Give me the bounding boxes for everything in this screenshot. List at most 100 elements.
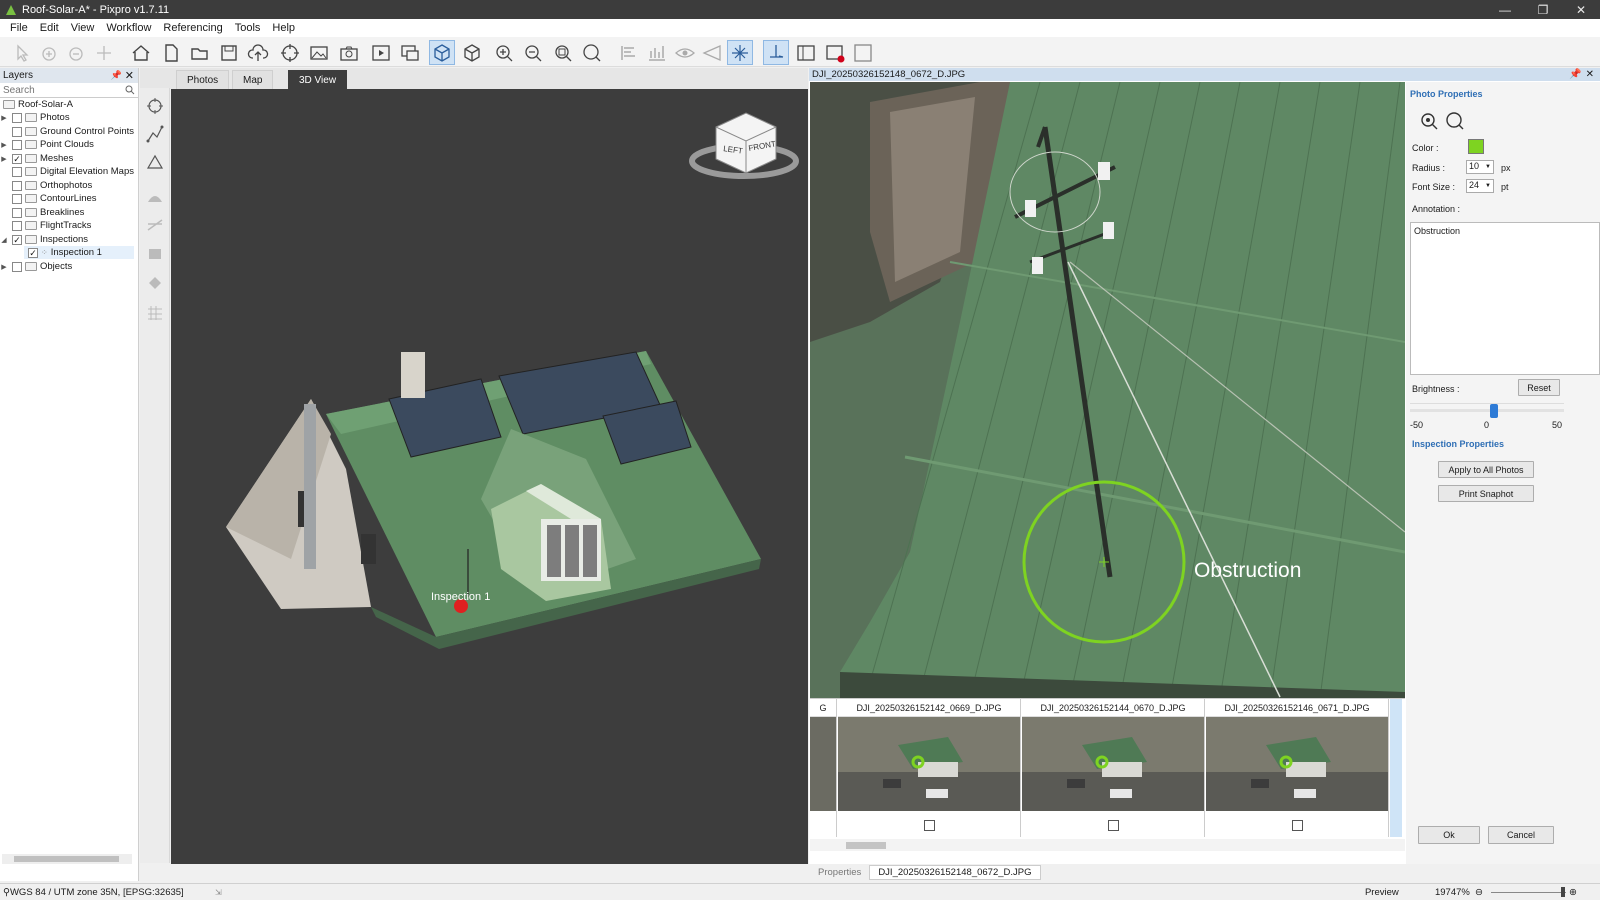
record-button[interactable] [822, 40, 848, 65]
area-tool[interactable] [144, 151, 166, 173]
filmstrip-item[interactable]: DJI_20250326152144_0670_D.JPG [1022, 699, 1205, 837]
open-project-button[interactable] [187, 40, 213, 65]
layer-checkbox-checked[interactable]: ✓ [12, 234, 22, 245]
maximize-button[interactable]: ❐ [1524, 3, 1562, 17]
layer-meshes[interactable]: ▶ ✓ Meshes [0, 152, 73, 165]
fill-tool[interactable] [144, 272, 166, 294]
profile-button[interactable] [644, 40, 670, 65]
minimize-button[interactable]: — [1486, 3, 1524, 17]
layer-checkbox-checked[interactable]: ✓ [28, 247, 38, 258]
layers-scrollbar[interactable] [2, 854, 132, 864]
layer-checkbox[interactable] [12, 139, 22, 150]
scrollbar-thumb[interactable] [14, 856, 119, 862]
search-input[interactable] [3, 84, 125, 96]
select-tool-button[interactable] [10, 40, 36, 65]
camera-button[interactable] [336, 40, 362, 65]
tab-map[interactable]: Map [232, 70, 274, 89]
3d-cube-button[interactable] [429, 40, 455, 65]
layer-checkbox[interactable] [12, 112, 22, 123]
layer-inspection-1[interactable]: ✓ ⁘ Inspection 1 [24, 246, 134, 259]
tree-root[interactable]: Roof-Solar-A [0, 98, 73, 111]
expand-icon[interactable]: ▶ [0, 263, 8, 271]
radius-select[interactable]: 10 ▼ [1466, 160, 1494, 174]
zoom-region-button[interactable] [579, 40, 605, 65]
play-button[interactable] [368, 40, 394, 65]
remove-point-tool-button[interactable] [63, 40, 89, 65]
zoom-in-button[interactable] [491, 40, 517, 65]
collapse-icon[interactable]: ◢ [0, 236, 8, 244]
layer-orthophotos[interactable]: Orthophotos [0, 179, 92, 192]
fit-photo-button[interactable] [1444, 110, 1466, 132]
pin-icon[interactable]: 📌 [111, 70, 125, 81]
slider-thumb[interactable] [1490, 404, 1498, 418]
layer-checkbox[interactable] [12, 180, 22, 191]
menu-referencing[interactable]: Referencing [157, 22, 228, 34]
expand-icon[interactable]: ▶ [0, 114, 8, 122]
layer-point-clouds[interactable]: ▶ Point Clouds [0, 138, 94, 151]
pin-icon[interactable]: 📌 [1569, 69, 1585, 80]
layer-checkbox[interactable] [12, 261, 22, 272]
fullscreen-button[interactable] [850, 40, 876, 65]
crop-tool[interactable] [144, 242, 166, 264]
filmstrip-item[interactable]: DJI_20250326152142_0669_D.JPG [838, 699, 1021, 837]
layer-objects[interactable]: ▶ Objects [0, 260, 72, 273]
save-button[interactable] [216, 40, 242, 65]
scrollbar-thumb[interactable] [846, 842, 886, 849]
apply-to-all-photos-button[interactable]: Apply to All Photos [1438, 461, 1534, 478]
layer-photos[interactable]: ▶ Photos [0, 111, 69, 124]
layer-checkbox[interactable] [12, 126, 22, 137]
filmstrip-checkbox[interactable] [1108, 820, 1119, 831]
navigation-cube[interactable]: LEFT FRONT [689, 112, 799, 179]
zoom-out-button[interactable] [520, 40, 546, 65]
zoom-extent-button[interactable] [550, 40, 576, 65]
layer-checkbox[interactable] [12, 207, 22, 218]
grid-tool[interactable] [144, 302, 166, 324]
filmstrip-checkbox[interactable] [1292, 820, 1303, 831]
reset-button[interactable]: Reset [1518, 379, 1560, 396]
layer-breaklines[interactable]: Breaklines [0, 206, 84, 219]
zoom-photo-button[interactable] [1418, 110, 1440, 132]
filmstrip-item[interactable]: G [810, 699, 837, 837]
tab-3d-view[interactable]: 3D View [288, 70, 348, 89]
expand-icon[interactable]: ▶ [0, 141, 8, 149]
layer-checkbox-checked[interactable]: ✓ [12, 153, 22, 164]
search-icon[interactable] [125, 85, 135, 95]
close-panel-icon[interactable]: ✕ [125, 69, 138, 82]
annotation-textarea[interactable]: Obstruction [1410, 222, 1600, 375]
font-size-select[interactable]: 24 ▼ [1466, 179, 1494, 193]
home-button[interactable] [128, 40, 154, 65]
layer-ground-control-points[interactable]: Ground Control Points [0, 125, 134, 138]
color-swatch[interactable] [1468, 139, 1484, 154]
wireframe-button[interactable] [459, 40, 485, 65]
snap-button[interactable] [727, 40, 753, 65]
menu-edit[interactable]: Edit [34, 22, 65, 34]
expand-icon[interactable]: ▶ [0, 155, 8, 163]
layer-flighttracks[interactable]: FlightTracks [0, 219, 91, 232]
photo-canvas[interactable]: Obstruction [810, 82, 1405, 698]
perspective-button[interactable] [699, 40, 725, 65]
image-button[interactable] [306, 40, 332, 65]
upload-button[interactable] [245, 40, 271, 65]
polyline-tool[interactable] [144, 123, 166, 145]
tab-properties[interactable]: Properties [810, 865, 869, 880]
filmstrip-scrollbar[interactable] [810, 839, 1405, 851]
new-project-button[interactable] [158, 40, 184, 65]
print-snapshot-button[interactable]: Print Snaphot [1438, 485, 1534, 502]
layer-inspections[interactable]: ◢ ✓ Inspections [0, 233, 88, 246]
target-button[interactable] [277, 40, 303, 65]
menu-help[interactable]: Help [266, 22, 301, 34]
menu-file[interactable]: File [4, 22, 34, 34]
zoom-slider[interactable] [1489, 887, 1569, 897]
layout-button[interactable] [793, 40, 819, 65]
locate-tool[interactable] [144, 95, 166, 117]
cut-tool[interactable] [144, 214, 166, 236]
filmstrip-item[interactable]: DJI_20250326152146_0671_D.JPG [1206, 699, 1389, 837]
layer-checkbox[interactable] [12, 193, 22, 204]
zoom-out-icon[interactable]: ⊖ [1475, 887, 1489, 898]
zoom-slider-thumb[interactable] [1560, 887, 1565, 897]
move-tool-button[interactable] [91, 40, 117, 65]
menu-workflow[interactable]: Workflow [100, 22, 157, 34]
menu-tools[interactable]: Tools [229, 22, 267, 34]
visibility-button[interactable] [672, 40, 698, 65]
monitor-button[interactable] [397, 40, 423, 65]
